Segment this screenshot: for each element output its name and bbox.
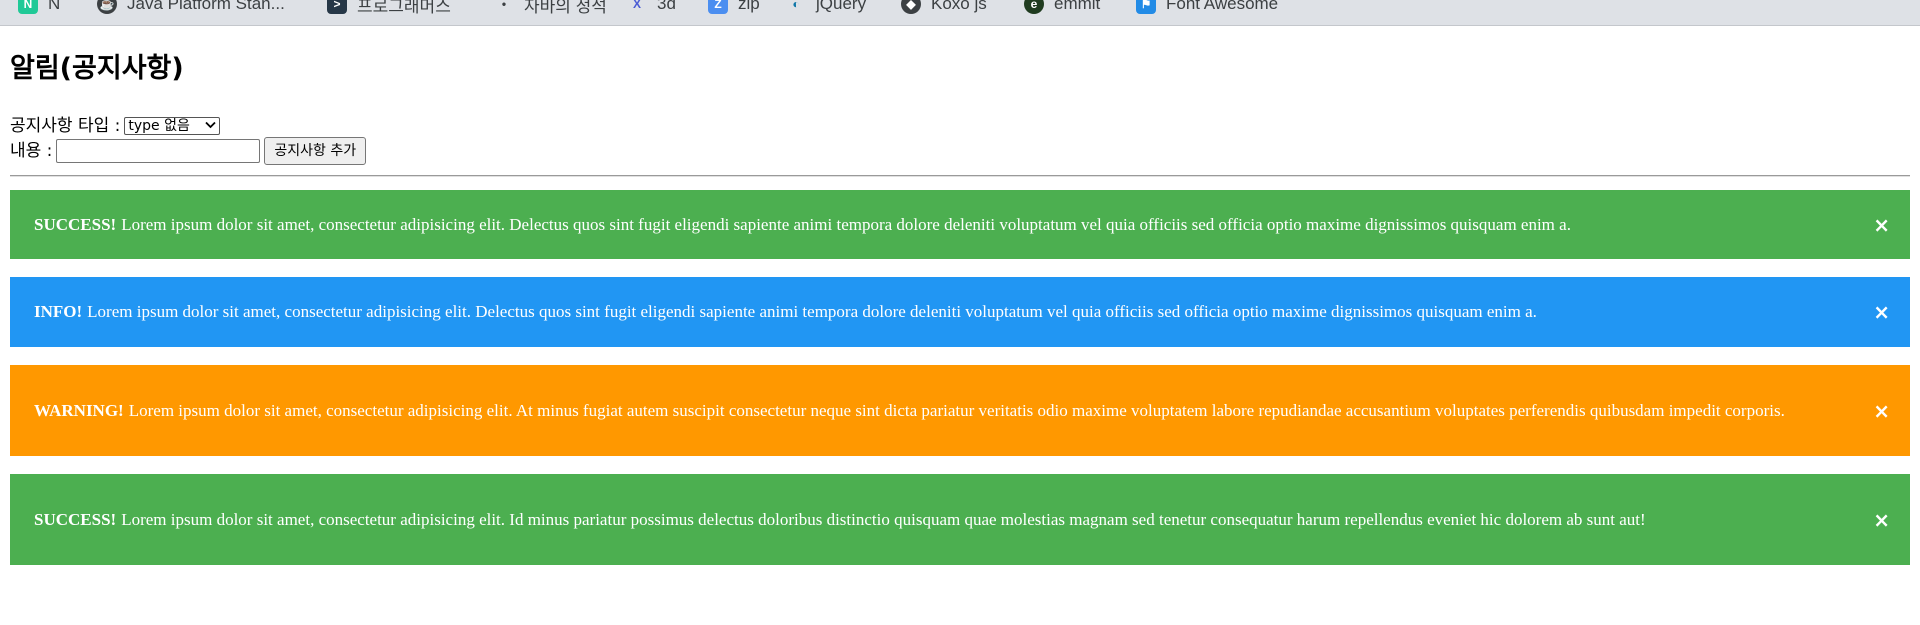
content-row: 내용 : 공지사항 추가	[10, 136, 367, 165]
dot-icon: •	[501, 0, 507, 11]
bookmark-9[interactable]: ⚑ Font Awesome	[1136, 0, 1278, 17]
alert-message: SUCCESS! Lorem ipsum dolor sit amet, cons…	[34, 509, 1646, 531]
page-title: 알림(공지사항)	[10, 53, 184, 84]
content-label: 내용 :	[10, 140, 53, 161]
alert-message: INFO! Lorem ipsum dolor sit amet, consect…	[34, 301, 1537, 323]
bookmark-label: 3d	[657, 0, 676, 13]
zoom-icon: Z	[708, 0, 728, 14]
x-logo-icon: X	[632, 0, 641, 11]
alert-kind: WARNING!	[34, 400, 124, 420]
bookmark-6[interactable]: ◐ jQuery	[786, 0, 866, 17]
bookmark-label: 프로그래머스	[357, 0, 451, 16]
alert-kind: INFO!	[34, 302, 83, 321]
koxo-icon: ◆	[901, 0, 921, 14]
font-awesome-icon: ⚑	[1136, 0, 1156, 14]
type-row: 공지사항 타입 : type 없음	[10, 113, 366, 138]
programmers-icon: >	[327, 0, 347, 14]
alert-info: INFO! Lorem ipsum dolor sit amet, consect…	[10, 277, 1910, 347]
alert-text: Lorem ipsum dolor sit amet, consectetur …	[128, 400, 1785, 420]
bookmark-label: Koxo js	[931, 0, 987, 13]
bookmark-0[interactable]: N N	[18, 0, 60, 17]
bookmark-4[interactable]: X 3d	[627, 0, 676, 17]
close-icon[interactable]: ×	[1873, 509, 1890, 531]
bookmark-7[interactable]: ◆ Koxo js	[901, 0, 987, 17]
divider	[10, 175, 1910, 177]
bookmark-label: Java Platform Stan...	[127, 0, 285, 13]
alert-message: SUCCESS! Lorem ipsum dolor sit amet, cons…	[34, 214, 1571, 236]
notice-form: 공지사항 타입 : type 없음 내용 : 공지사항 추가	[10, 113, 367, 165]
bookmark-label: jQuery	[816, 0, 867, 13]
bookmark-2[interactable]: > 프로그래머스	[327, 0, 451, 17]
content-input[interactable]	[56, 138, 261, 163]
close-icon[interactable]: ×	[1873, 400, 1890, 422]
alert-success: SUCCESS! Lorem ipsum dolor sit amet, cons…	[10, 474, 1910, 565]
alert-kind: SUCCESS!	[34, 214, 117, 234]
bookmark-5[interactable]: Z zip	[708, 0, 760, 17]
jquery-icon: ◐	[792, 0, 800, 11]
bookmark-label: emmit	[1054, 0, 1101, 13]
emmet-icon: e	[1024, 0, 1044, 14]
bookmarks-bar: N N ☕ Java Platform Stan... > 프로그래머스 • 자…	[0, 0, 1920, 26]
alert-success: SUCCESS! Lorem ipsum dolor sit amet, cons…	[10, 190, 1910, 259]
alert-message: WARNING! Lorem ipsum dolor sit amet, cons…	[34, 400, 1785, 422]
bookmark-8[interactable]: e emmit	[1024, 0, 1100, 17]
alert-list: SUCCESS! Lorem ipsum dolor sit amet, cons…	[10, 189, 1910, 565]
notion-icon: N	[18, 0, 38, 14]
main-content: 알림(공지사항) 공지사항 타입 : type 없음 내용 : 공지사항 추가 …	[10, 52, 1910, 565]
bookmark-3[interactable]: • 자바의 정석	[494, 0, 607, 17]
chevron-down-icon	[205, 114, 217, 138]
bookmark-label: N	[48, 0, 61, 13]
alert-kind: SUCCESS!	[34, 509, 117, 529]
bookmark-label: Font Awesome	[1166, 0, 1279, 13]
close-icon[interactable]: ×	[1873, 301, 1890, 323]
alert-text: Lorem ipsum dolor sit amet, consectetur …	[121, 214, 1571, 234]
bookmark-1[interactable]: ☕ Java Platform Stan...	[97, 0, 285, 17]
alert-text: Lorem ipsum dolor sit amet, consectetur …	[87, 302, 1537, 321]
bookmark-label: zip	[738, 0, 760, 13]
alert-warning: WARNING! Lorem ipsum dolor sit amet, cons…	[10, 365, 1910, 456]
type-select[interactable]: type 없음	[124, 114, 221, 138]
add-notice-button[interactable]: 공지사항 추가	[264, 136, 367, 165]
bookmark-label: 자바의 정석	[524, 0, 607, 16]
java-icon: ☕	[97, 0, 117, 14]
type-label: 공지사항 타입 :	[10, 115, 121, 136]
close-icon[interactable]: ×	[1873, 214, 1890, 236]
type-select-value: type 없음	[128, 117, 190, 134]
alert-text: Lorem ipsum dolor sit amet, consectetur …	[121, 509, 1646, 529]
